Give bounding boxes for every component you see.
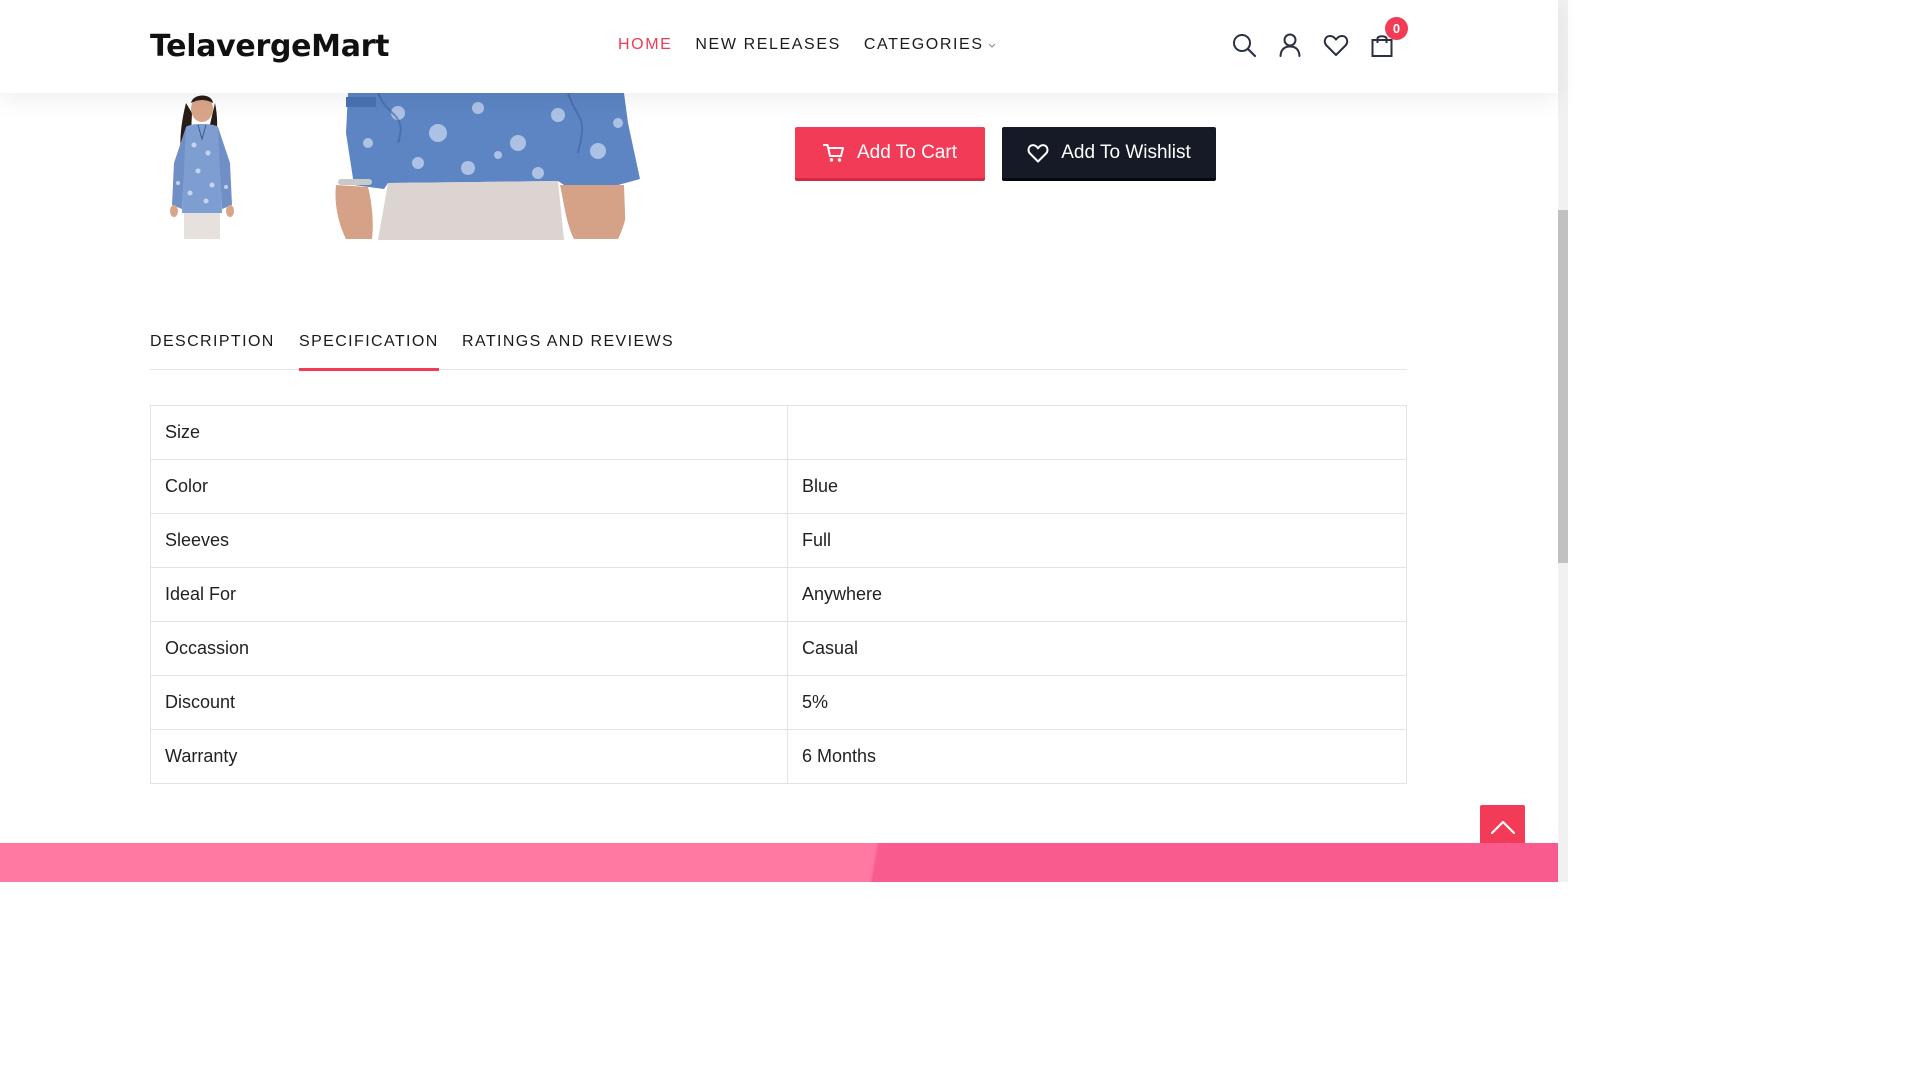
tab-specification[interactable]: SPECIFICATION xyxy=(299,330,439,371)
nav-home-label: HOME xyxy=(618,36,673,53)
add-to-wishlist-button[interactable]: Add To Wishlist xyxy=(1002,127,1216,181)
specification-table: Size Color Blue Sleeves Full Ideal For A… xyxy=(150,405,1407,784)
spec-key: Discount xyxy=(150,675,788,730)
table-row: Discount 5% xyxy=(150,675,1407,730)
spec-value: Blue xyxy=(787,459,1407,514)
product-thumbnail-image xyxy=(160,93,244,239)
product-main-image-graphic xyxy=(328,93,643,240)
site-header: TelavergeMart HOME NEW RELEASES CATEGORI… xyxy=(0,0,1558,93)
product-main-image[interactable] xyxy=(328,93,643,240)
spec-value: Full xyxy=(787,513,1407,568)
spec-value: Anywhere xyxy=(787,567,1407,622)
add-to-wishlist-label: Add To Wishlist xyxy=(1061,141,1191,163)
nav-new-releases[interactable]: NEW RELEASES xyxy=(695,33,840,57)
chevron-down-icon xyxy=(988,43,995,48)
table-row: Sleeves Full xyxy=(150,513,1407,568)
nav-new-releases-label: NEW RELEASES xyxy=(695,36,841,53)
search-icon[interactable] xyxy=(1231,32,1257,58)
nav-categories[interactable]: CATEGORIES xyxy=(864,33,997,57)
table-row: Ideal For Anywhere xyxy=(150,567,1407,622)
tab-description[interactable]: DESCRIPTION xyxy=(150,330,275,368)
nav-home[interactable]: HOME xyxy=(618,33,672,57)
spec-key: Occassion xyxy=(150,621,788,676)
table-row: Warranty 6 Months xyxy=(150,729,1407,784)
spec-key: Ideal For xyxy=(150,567,788,622)
scrollbar-thumb[interactable] xyxy=(1558,210,1568,563)
cart-count-badge: 0 xyxy=(1385,17,1408,40)
tab-ratings-and-reviews[interactable]: RATINGS AND REVIEWS xyxy=(462,330,674,368)
product-thumbnail[interactable] xyxy=(160,93,244,239)
nav-categories-label: CATEGORIES xyxy=(863,36,984,53)
table-row: Size xyxy=(150,405,1407,460)
spec-key: Size xyxy=(150,405,788,460)
heart-outline-icon xyxy=(1027,143,1049,162)
cart-icon xyxy=(823,143,844,162)
spec-key: Color xyxy=(150,459,788,514)
main-nav: HOME NEW RELEASES CATEGORIES xyxy=(618,33,1020,57)
product-tabs: DESCRIPTION SPECIFICATION RATINGS AND RE… xyxy=(150,330,1407,371)
table-row: Color Blue xyxy=(150,459,1407,514)
heart-icon[interactable] xyxy=(1323,32,1349,58)
chevron-up-icon xyxy=(1490,820,1515,835)
spec-value: Casual xyxy=(787,621,1407,676)
spec-value xyxy=(787,405,1407,460)
footer-banner xyxy=(0,843,1558,882)
spec-key: Warranty xyxy=(150,729,788,784)
table-row: Occassion Casual xyxy=(150,621,1407,676)
spec-value: 5% xyxy=(787,675,1407,730)
add-to-cart-button[interactable]: Add To Cart xyxy=(795,127,985,181)
user-icon[interactable] xyxy=(1277,32,1303,58)
spec-key: Sleeves xyxy=(150,513,788,568)
spec-value: 6 Months xyxy=(787,729,1407,784)
add-to-cart-label: Add To Cart xyxy=(857,141,957,163)
site-logo[interactable]: TelavergeMart xyxy=(150,27,390,67)
